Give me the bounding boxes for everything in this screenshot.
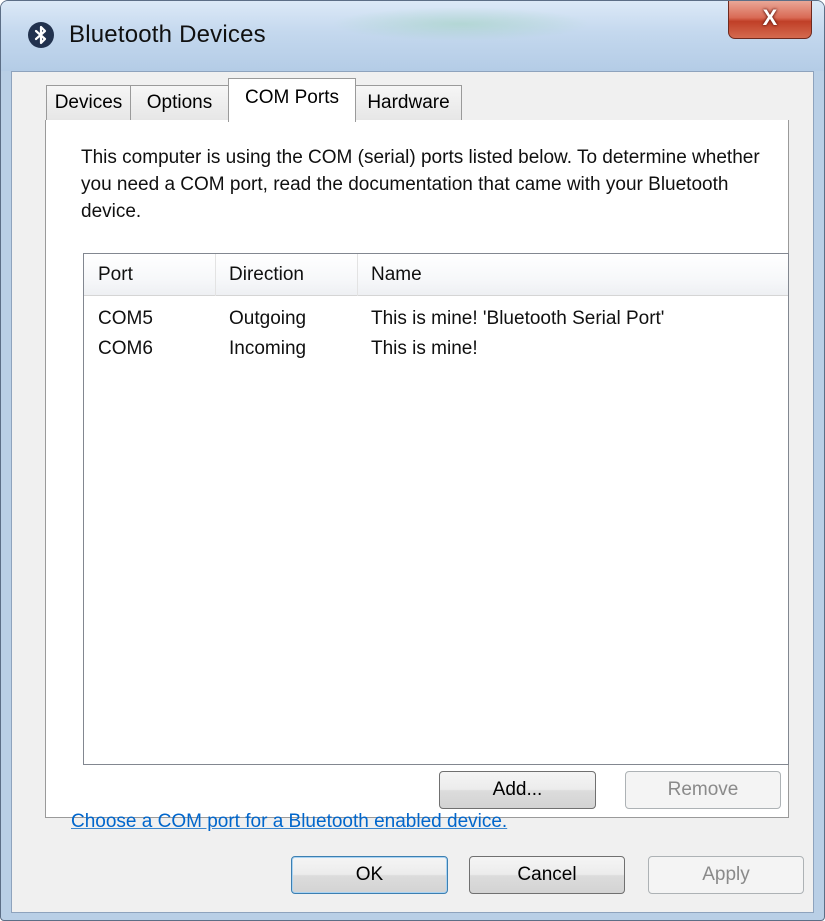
bluetooth-icon: [28, 22, 54, 48]
title-bar[interactable]: Bluetooth Devices X: [1, 1, 824, 71]
ok-button[interactable]: OK: [291, 856, 448, 894]
column-header-name[interactable]: Name: [357, 254, 789, 296]
tab-options[interactable]: Options: [130, 85, 229, 121]
port-cell: COM5: [98, 308, 153, 329]
list-item-com6[interactable]: COM6 Incoming This is mine!: [84, 334, 788, 364]
tab-label: Devices: [54, 92, 123, 113]
add-button[interactable]: Add...: [439, 771, 596, 809]
title-bar-glow: [331, 7, 591, 41]
direction-cell: Incoming: [229, 338, 307, 359]
com-ports-panel: This computer is using the COM (serial) …: [45, 120, 789, 832]
direction-cell: Outgoing: [229, 308, 307, 329]
tab-label: COM Ports: [245, 87, 339, 108]
remove-button-label: Remove: [667, 779, 739, 800]
column-header-direction[interactable]: Direction: [215, 254, 357, 296]
ok-button-label: OK: [355, 864, 384, 885]
dialog-body: Devices Options COM Ports Hardware This …: [11, 71, 814, 913]
window-title: Bluetooth Devices: [69, 21, 266, 48]
apply-button: Apply: [648, 856, 804, 894]
column-header-port[interactable]: Port: [84, 254, 215, 296]
close-button[interactable]: X: [728, 1, 812, 39]
choose-com-port-link[interactable]: Choose a COM port for a Bluetooth enable…: [71, 811, 507, 833]
bluetooth-devices-window: Bluetooth Devices X Devices Options COM …: [0, 0, 825, 921]
apply-button-label: Apply: [702, 864, 750, 885]
cancel-button-label: Cancel: [517, 864, 577, 885]
cancel-button[interactable]: Cancel: [469, 856, 625, 894]
name-cell: This is mine!: [371, 338, 478, 359]
port-cell: COM6: [98, 338, 153, 359]
tab-devices[interactable]: Devices: [46, 85, 131, 121]
tab-label: Hardware: [367, 92, 450, 113]
com-ports-list[interactable]: Port Direction Name COM5 Outgoing This i…: [83, 253, 789, 765]
add-button-label: Add...: [492, 779, 543, 800]
close-icon: X: [762, 5, 778, 30]
com-ports-description: This computer is using the COM (serial) …: [81, 147, 760, 222]
name-cell: This is mine! 'Bluetooth Serial Port': [371, 308, 665, 329]
tab-hardware[interactable]: Hardware: [355, 85, 462, 121]
list-header: Port Direction Name: [84, 254, 788, 296]
tab-label: Options: [146, 92, 213, 113]
tab-com-ports[interactable]: COM Ports: [228, 78, 356, 122]
list-item-com5[interactable]: COM5 Outgoing This is mine! 'Bluetooth S…: [84, 304, 788, 334]
remove-button: Remove: [625, 771, 781, 809]
